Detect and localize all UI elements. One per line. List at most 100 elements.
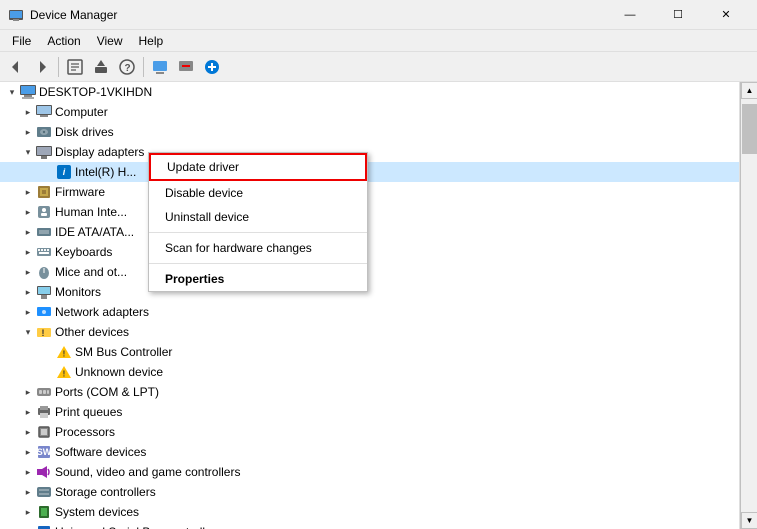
monitors-expand[interactable]: ▸ xyxy=(20,284,36,300)
tree-item-ports[interactable]: ▸ Ports (COM & LPT) xyxy=(0,382,739,402)
smbus-label: SM Bus Controller xyxy=(75,345,172,359)
menu-action[interactable]: Action xyxy=(39,30,88,51)
tree-item-keyboards[interactable]: ▸ Keyboards xyxy=(0,242,739,262)
tree-root[interactable]: ▾ DESKTOP-1VKIHDN xyxy=(0,82,739,102)
toolbar-sep-1 xyxy=(58,57,59,77)
processor-icon xyxy=(36,424,52,440)
menu-bar: File Action View Help xyxy=(0,30,757,52)
unknown-label: Unknown device xyxy=(75,365,163,379)
unknown-warning-icon: ! xyxy=(56,364,72,380)
software-expand[interactable]: ▸ xyxy=(20,444,36,460)
software-icon: SW xyxy=(36,444,52,460)
svg-text:?: ? xyxy=(125,63,131,74)
sound-expand[interactable]: ▸ xyxy=(20,464,36,480)
firmware-expand[interactable]: ▸ xyxy=(20,184,36,200)
forward-button[interactable] xyxy=(30,55,54,79)
tree-item-processors[interactable]: ▸ Processors xyxy=(0,422,739,442)
menu-file[interactable]: File xyxy=(4,30,39,51)
hid-icon xyxy=(36,204,52,220)
mice-expand[interactable]: ▸ xyxy=(20,264,36,280)
storage-label: Storage controllers xyxy=(55,485,156,499)
device-manager-button[interactable] xyxy=(148,55,172,79)
ide-expand[interactable]: ▸ xyxy=(20,224,36,240)
tree-item-usb[interactable]: ▸ USB Universal Serial Bus controllers xyxy=(0,522,739,529)
monitors-label: Monitors xyxy=(55,285,101,299)
computer-label: Computer xyxy=(55,105,108,119)
proc-expand[interactable]: ▸ xyxy=(20,424,36,440)
ports-expand[interactable]: ▸ xyxy=(20,384,36,400)
svg-text:!: ! xyxy=(63,370,66,379)
tree-item-ide[interactable]: ▸ IDE ATA/ATA... xyxy=(0,222,739,242)
smbus-warning-icon: ! xyxy=(56,344,72,360)
tree-item-disk-drives[interactable]: ▸ Disk drives xyxy=(0,122,739,142)
usb-expand[interactable]: ▸ xyxy=(20,524,36,529)
minimize-button[interactable]: — xyxy=(607,1,653,29)
remove-device-button[interactable] xyxy=(174,55,198,79)
root-expand[interactable]: ▾ xyxy=(4,84,20,100)
scroll-up-arrow[interactable]: ▲ xyxy=(741,82,757,99)
sound-label: Sound, video and game controllers xyxy=(55,465,240,479)
scroll-down-arrow[interactable]: ▼ xyxy=(741,512,757,529)
print-expand[interactable]: ▸ xyxy=(20,404,36,420)
tree-item-smbus[interactable]: ▸ ! SM Bus Controller xyxy=(0,342,739,362)
help-button[interactable]: ? xyxy=(115,55,139,79)
maximize-button[interactable]: ☐ xyxy=(655,1,701,29)
mouse-icon xyxy=(36,264,52,280)
context-properties[interactable]: Properties xyxy=(149,267,367,291)
tree-item-storage[interactable]: ▸ Storage controllers xyxy=(0,482,739,502)
tree-item-monitors[interactable]: ▸ Monitors xyxy=(0,282,739,302)
context-disable-device[interactable]: Disable device xyxy=(149,181,367,205)
tree-item-display-adapters[interactable]: ▾ Display adapters xyxy=(0,142,739,162)
update-driver-toolbar-button[interactable] xyxy=(89,55,113,79)
scroll-track[interactable] xyxy=(741,99,757,512)
tree-item-print[interactable]: ▸ Print queues xyxy=(0,402,739,422)
menu-help[interactable]: Help xyxy=(131,30,172,51)
storage-expand[interactable]: ▸ xyxy=(20,484,36,500)
tree-item-system[interactable]: ▸ System devices xyxy=(0,502,739,522)
context-scan-hardware[interactable]: Scan for hardware changes xyxy=(149,236,367,260)
usb-icon: USB xyxy=(36,524,52,529)
mice-label: Mice and ot... xyxy=(55,265,127,279)
tree-item-mice[interactable]: ▸ Mice and ot... xyxy=(0,262,739,282)
ide-icon xyxy=(36,224,52,240)
software-label: Software devices xyxy=(55,445,146,459)
scrollbar[interactable]: ▲ ▼ xyxy=(740,82,757,529)
system-label: System devices xyxy=(55,505,139,519)
network-label: Network adapters xyxy=(55,305,149,319)
scroll-thumb[interactable] xyxy=(742,104,757,154)
properties-button[interactable] xyxy=(63,55,87,79)
tree-item-other[interactable]: ▾ ! Other devices xyxy=(0,322,739,342)
menu-view[interactable]: View xyxy=(89,30,131,51)
ide-label: IDE ATA/ATA... xyxy=(55,225,134,239)
display-adapter-icon xyxy=(36,144,52,160)
tree-item-hid[interactable]: ▸ Human Inte... xyxy=(0,202,739,222)
window-controls: — ☐ ✕ xyxy=(607,1,749,29)
context-update-driver[interactable]: Update driver xyxy=(149,153,367,181)
add-device-button[interactable] xyxy=(200,55,224,79)
close-button[interactable]: ✕ xyxy=(703,1,749,29)
tree-item-software[interactable]: ▸ SW Software devices xyxy=(0,442,739,462)
other-expand[interactable]: ▾ xyxy=(20,324,36,340)
tree-item-network[interactable]: ▸ Network adapters xyxy=(0,302,739,322)
toolbar: ? xyxy=(0,52,757,82)
tree-item-unknown[interactable]: ▸ ! Unknown device xyxy=(0,362,739,382)
ports-icon xyxy=(36,384,52,400)
back-button[interactable] xyxy=(4,55,28,79)
main-area: ▾ DESKTOP-1VKIHDN ▸ Compu xyxy=(0,82,757,529)
computer-expand[interactable]: ▸ xyxy=(20,104,36,120)
context-uninstall-device[interactable]: Uninstall device xyxy=(149,205,367,229)
tree-item-firmware[interactable]: ▸ Firmware xyxy=(0,182,739,202)
network-expand[interactable]: ▸ xyxy=(20,304,36,320)
device-tree[interactable]: ▾ DESKTOP-1VKIHDN ▸ Compu xyxy=(0,82,740,529)
tree-item-intel[interactable]: ▸ Intel(R) H... xyxy=(0,162,739,182)
hid-expand[interactable]: ▸ xyxy=(20,204,36,220)
firmware-icon xyxy=(36,184,52,200)
keyboards-label: Keyboards xyxy=(55,245,112,259)
window-icon xyxy=(8,7,24,23)
system-expand[interactable]: ▸ xyxy=(20,504,36,520)
keyboards-expand[interactable]: ▸ xyxy=(20,244,36,260)
disk-expand[interactable]: ▸ xyxy=(20,124,36,140)
tree-item-sound[interactable]: ▸ Sound, video and game controllers xyxy=(0,462,739,482)
tree-item-computer[interactable]: ▸ Computer xyxy=(0,102,739,122)
display-expand[interactable]: ▾ xyxy=(20,144,36,160)
